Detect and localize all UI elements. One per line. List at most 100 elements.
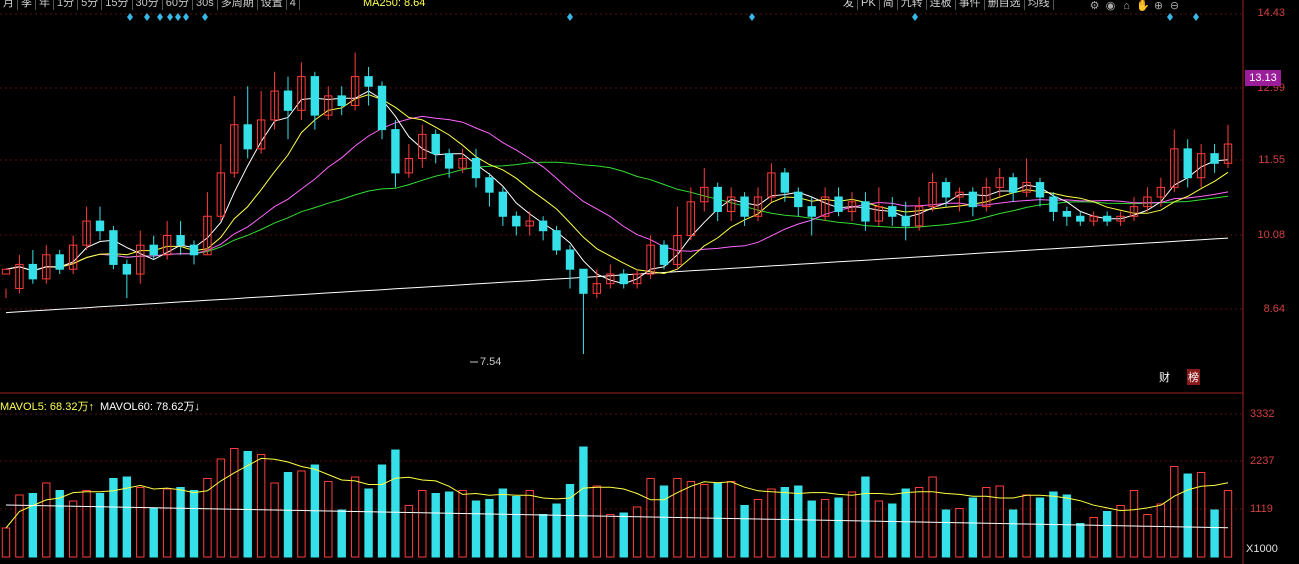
- volume-bar: [995, 485, 1004, 558]
- volume-bar: [579, 446, 588, 558]
- volume-bar: [270, 482, 279, 558]
- candle-body: [1008, 177, 1018, 193]
- volume-tick: 2237: [1250, 455, 1275, 467]
- event-marker-icon: [912, 13, 918, 21]
- volume-bar: [982, 487, 991, 558]
- volume-bar: [955, 508, 964, 558]
- ma60-line: [5, 161, 1229, 272]
- volume-bar: [767, 488, 776, 558]
- candle-body: [713, 186, 722, 212]
- ma5-line: [5, 90, 1229, 285]
- volume-bar: [1129, 490, 1139, 558]
- volume-bar: [176, 487, 185, 558]
- volume-bar: [1022, 494, 1031, 558]
- volume-bar: [149, 508, 158, 558]
- volume-bar: [780, 487, 790, 558]
- finance-badge[interactable]: 财: [1158, 369, 1171, 385]
- candle-body: [176, 235, 185, 246]
- volume-bar: [1196, 472, 1206, 558]
- candle-body: [337, 95, 346, 107]
- volume-bar: [404, 505, 414, 558]
- volume-bar: [391, 449, 400, 558]
- volume-bar: [1, 527, 11, 558]
- candle-body: [1076, 215, 1085, 222]
- event-marker-icon: [202, 13, 208, 21]
- volume-bar: [592, 485, 602, 558]
- candle-body: [310, 76, 320, 116]
- kline-chart[interactable]: [0, 0, 1299, 564]
- candle-body: [377, 85, 387, 131]
- candle-body: [471, 157, 481, 179]
- event-marker-icon: [749, 13, 755, 21]
- volume-bar: [512, 496, 521, 558]
- volume-bar: [297, 470, 306, 558]
- candle-body: [55, 254, 64, 270]
- event-marker-icon: [183, 13, 189, 21]
- volume-bar: [646, 478, 655, 558]
- volume-bar: [807, 500, 816, 558]
- volume-bar: [820, 499, 830, 558]
- candle-body: [941, 182, 951, 198]
- candle-body: [552, 230, 561, 251]
- candle-body: [888, 206, 897, 217]
- volume-bar: [1183, 473, 1192, 558]
- price-tick: 11.55: [1258, 154, 1285, 166]
- volume-bar: [498, 488, 508, 558]
- candle-body: [1049, 196, 1058, 212]
- volume-bar: [350, 476, 360, 558]
- volume-bar: [659, 485, 669, 558]
- volume-bar: [337, 509, 346, 558]
- candle-body: [391, 129, 400, 174]
- candle-body: [659, 244, 669, 265]
- rank-badge[interactable]: 榜: [1187, 369, 1200, 385]
- volume-bar: [1035, 497, 1045, 558]
- volume-bar: [256, 454, 266, 558]
- mavol60-line: [5, 504, 1229, 529]
- price-tick: 10.08: [1257, 229, 1285, 241]
- volume-tick: 1119: [1250, 503, 1273, 515]
- volume-bar: [1116, 505, 1125, 558]
- volume-bar: [888, 503, 897, 558]
- candle-body: [485, 177, 494, 193]
- candle-body: [780, 172, 790, 193]
- volume-bar: [1143, 514, 1152, 558]
- candle-body: [283, 90, 293, 111]
- current-price-tag: 13.13: [1245, 70, 1281, 86]
- volume-bar: [713, 482, 722, 558]
- event-marker-icon: [1167, 13, 1173, 21]
- volume-bar: [15, 494, 24, 558]
- candle-body: [807, 206, 816, 217]
- candle-body: [565, 249, 575, 270]
- volume-bar: [606, 514, 615, 558]
- volume-bar: [1210, 509, 1219, 558]
- candle-body: [1062, 210, 1072, 217]
- volume-legend: MAVOL5: 68.32万↑ MAVOL60: 78.62万↓: [0, 398, 200, 414]
- volume-bar: [525, 490, 534, 558]
- candle-body: [95, 220, 105, 232]
- volume-bar: [418, 490, 427, 558]
- volume-bar: [82, 490, 91, 558]
- candle-body: [1035, 182, 1045, 198]
- volume-bar: [1062, 494, 1072, 558]
- volume-bar: [632, 506, 642, 558]
- event-marker-icon: [167, 13, 173, 21]
- volume-bar: [95, 493, 105, 558]
- volume-bar: [968, 497, 978, 558]
- candle-body: [968, 191, 978, 208]
- event-marker-icon: [144, 13, 150, 21]
- volume-bar: [834, 497, 843, 558]
- candle-body: [512, 215, 521, 227]
- volume-bar: [740, 505, 749, 558]
- mavol5-line: [5, 457, 1229, 529]
- volume-bar: [324, 481, 333, 558]
- volume-bar: [794, 485, 803, 558]
- volume-bar: [364, 488, 373, 558]
- ma20-line: [5, 115, 1229, 272]
- volume-bar: [55, 490, 64, 558]
- candle-body: [1102, 215, 1112, 222]
- volume-bar: [444, 491, 454, 558]
- candle-body: [109, 230, 118, 265]
- volume-bar: [1223, 490, 1233, 558]
- candle-body: [364, 76, 373, 87]
- candle-body: [431, 133, 440, 155]
